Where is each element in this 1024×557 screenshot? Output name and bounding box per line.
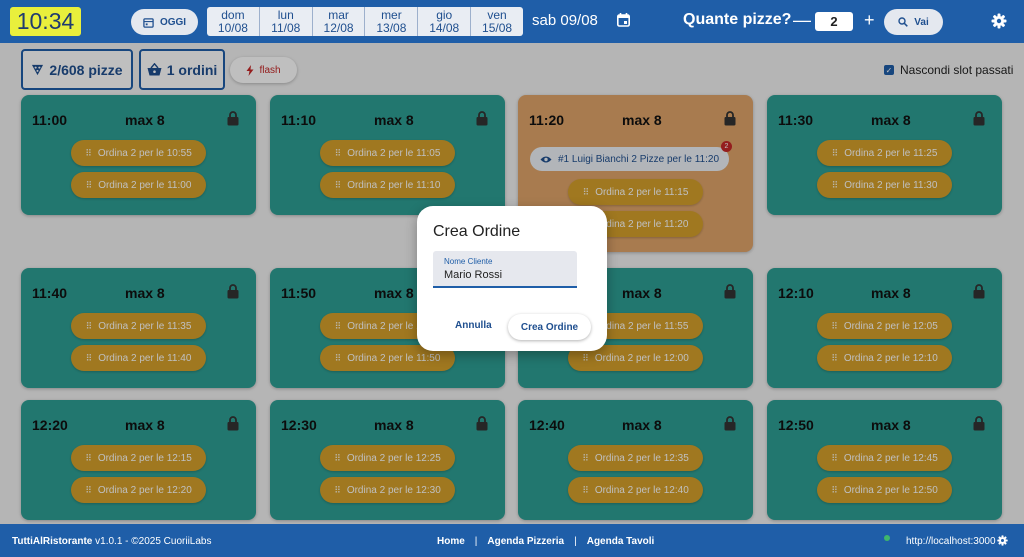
day-date: 15/08 — [482, 20, 513, 35]
day-date: 12/08 — [323, 20, 354, 35]
customer-name-field[interactable]: Nome Cliente Mario Rossi — [433, 251, 577, 288]
day-name: ven — [487, 7, 507, 22]
calendar-picker-icon[interactable] — [617, 13, 630, 27]
settings-gear-icon[interactable] — [991, 13, 1007, 29]
footer-link-agenda-tavoli[interactable]: Agenda Tavoli — [587, 536, 655, 547]
footer-separator: | — [474, 536, 478, 547]
day-date: 13/08 — [376, 20, 407, 35]
today-button[interactable]: OGGI — [131, 9, 198, 35]
day-name: mer — [381, 7, 402, 22]
app-version: v1.0.1 - ©2025 CuoriiLabs — [92, 536, 212, 547]
footer: TuttiAlRistorante v1.0.1 - ©2025 CuoriiL… — [0, 524, 1024, 557]
day-button-4[interactable]: gio 14/08 — [418, 7, 472, 36]
footer-nav: Home | Agenda Pizzeria | Agenda Tavoli — [437, 536, 654, 547]
decrease-button[interactable]: — — [793, 10, 811, 31]
quantity-label: Quante pizze? — [683, 11, 792, 28]
create-order-dialog: Crea Ordine Nome Cliente Mario Rossi Ann… — [417, 206, 607, 351]
cancel-button[interactable]: Annulla — [455, 320, 492, 331]
go-button[interactable]: Vai — [884, 9, 943, 35]
day-date: 10/08 — [217, 20, 248, 35]
day-name: gio — [436, 7, 453, 22]
clock: 10:34 — [10, 7, 81, 36]
search-icon — [898, 17, 909, 27]
day-selector: dom 10/08 lun 11/08 mar 12/08 mer 13/08 gio 1… — [207, 7, 523, 36]
day-button-2[interactable]: mar 12/08 — [312, 7, 366, 36]
day-date: 11/08 — [271, 20, 301, 35]
day-name: lun — [277, 7, 294, 22]
create-order-button[interactable]: Crea Ordine — [508, 314, 591, 340]
top-bar: 10:34 OGGI dom 10/08 lun 11/08 mar 12/08 me… — [0, 0, 1024, 43]
customer-name-label: Nome Cliente — [444, 257, 493, 266]
day-name: mar — [328, 7, 349, 22]
connection-status-dot — [884, 535, 890, 541]
customer-name-value[interactable]: Mario Rossi — [444, 269, 502, 281]
selected-date: sab 09/08 — [532, 12, 598, 29]
app-name: TuttiAlRistorante — [12, 536, 93, 547]
footer-link-home[interactable]: Home — [437, 536, 465, 547]
go-label: Vai — [914, 16, 929, 28]
day-button-3[interactable]: mer 13/08 — [365, 7, 419, 36]
calendar-icon — [143, 17, 154, 28]
day-name: dom — [221, 7, 245, 22]
footer-credits: TuttiAlRistorante v1.0.1 - ©2025 CuoriiL… — [12, 536, 211, 547]
server-url: http://localhost:3000 — [906, 536, 996, 547]
day-button-5[interactable]: ven 15/08 — [471, 7, 523, 36]
dialog-title: Crea Ordine — [433, 223, 521, 240]
footer-settings-icon[interactable] — [997, 535, 1008, 546]
day-button-0[interactable]: dom 10/08 — [207, 7, 260, 36]
increase-button[interactable]: + — [864, 10, 875, 31]
footer-separator: | — [574, 536, 577, 547]
day-date: 14/08 — [429, 20, 460, 35]
day-button-1[interactable]: lun 11/08 — [259, 7, 313, 36]
today-label: OGGI — [159, 16, 187, 28]
footer-link-agenda-pizzeria[interactable]: Agenda Pizzeria — [487, 536, 564, 547]
quantity-input[interactable]: 2 — [815, 12, 853, 31]
